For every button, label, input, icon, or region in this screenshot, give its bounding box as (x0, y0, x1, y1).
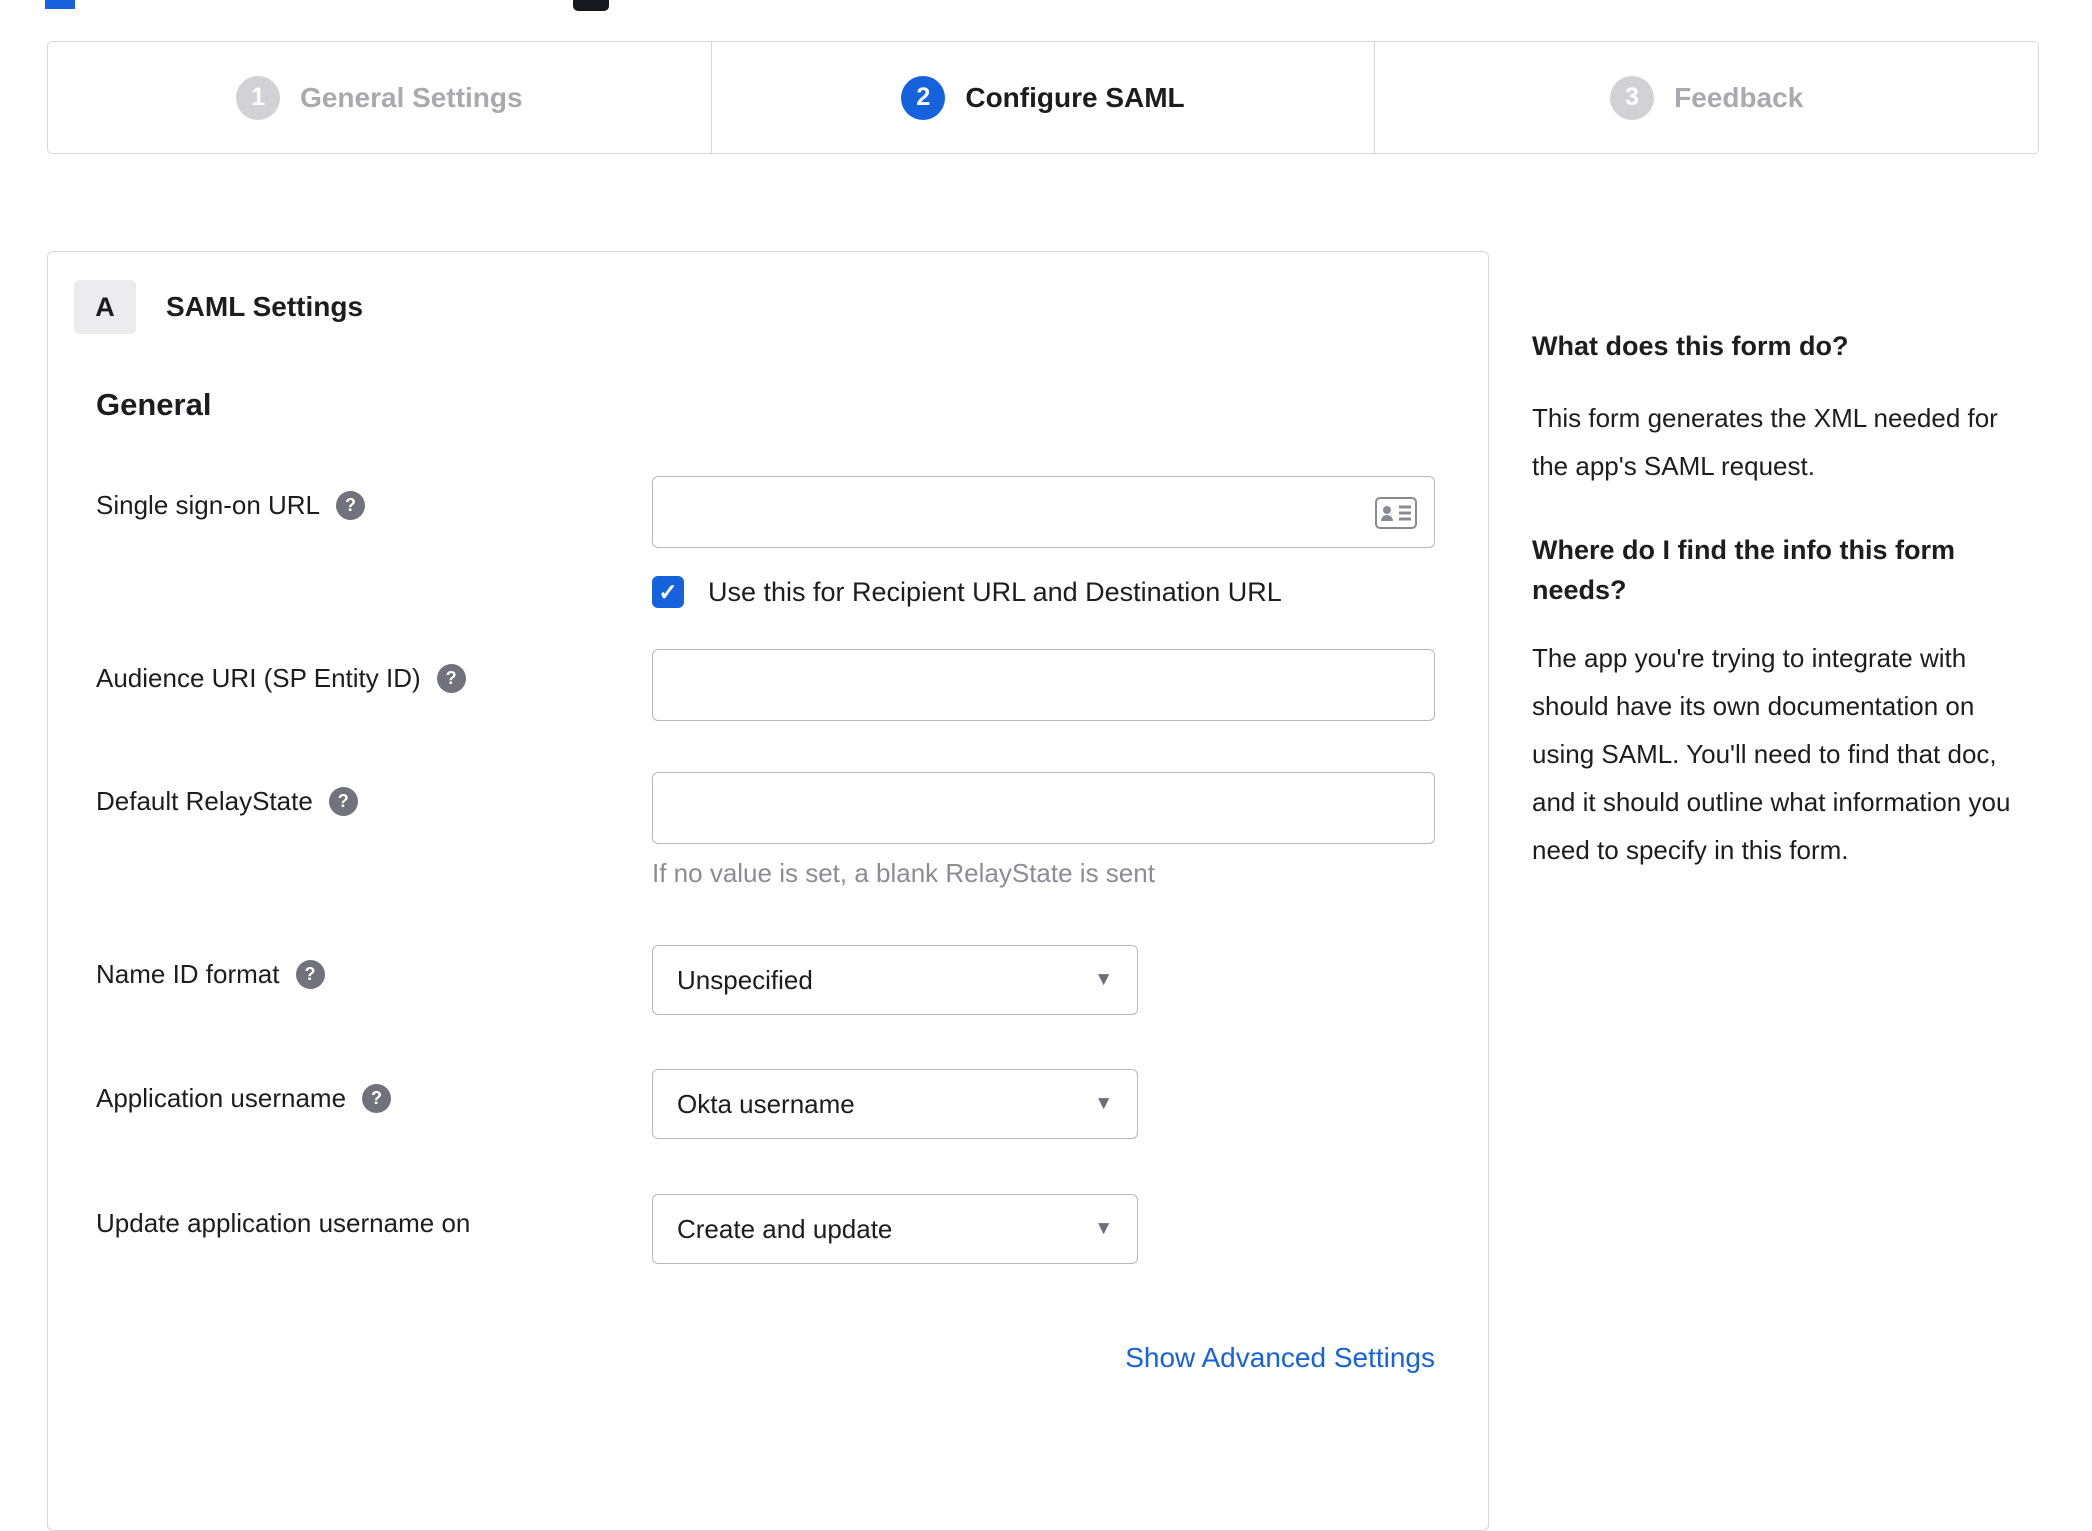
name-id-format-value: Unspecified (677, 964, 813, 995)
update-username-label-wrap: Update application username on (96, 1194, 652, 1239)
name-id-format-label-wrap: Name ID format ? (96, 945, 652, 990)
update-username-value: Create and update (677, 1213, 893, 1244)
audience-uri-input[interactable] (652, 649, 1435, 721)
step-3-circle: 3 (1610, 75, 1655, 120)
step-feedback: 3 Feedback (1374, 42, 2038, 153)
step-2-circle: 2 (901, 75, 946, 120)
step-configure-saml: 2 Configure SAML (710, 42, 1375, 153)
relay-state-label-wrap: Default RelayState ? (96, 772, 652, 817)
help-sidebar: What does this form do? This form genera… (1532, 326, 2032, 874)
sso-url-label: Single sign-on URL (96, 490, 321, 520)
audience-uri-label-wrap: Audience URI (SP Entity ID) ? (96, 649, 652, 694)
step-general-settings: 1 General Settings (48, 42, 711, 153)
contact-card-icon[interactable] (1375, 497, 1417, 534)
step-1-circle: 1 (236, 75, 281, 120)
step-3-label: Feedback (1674, 81, 1804, 113)
panel-title: SAML Settings (166, 291, 364, 322)
update-username-select[interactable]: Create and update ▼ (652, 1194, 1138, 1264)
cutoff-page-title-fragment (45, 0, 75, 9)
update-username-label: Update application username on (96, 1208, 471, 1238)
step-2-label: Configure SAML (965, 81, 1185, 113)
name-id-format-label: Name ID format (96, 959, 280, 989)
audience-help-icon[interactable]: ? (436, 664, 466, 693)
application-username-value: Okta username (677, 1088, 855, 1119)
wizard-step-bar: 1 General Settings 2 Configure SAML 3 Fe… (47, 41, 2039, 154)
chevron-down-icon: ▼ (1094, 1093, 1113, 1114)
recipient-url-checkbox-row: ✓ Use this for Recipient URL and Destina… (652, 576, 1282, 608)
step-1-label: General Settings (300, 81, 523, 113)
relay-state-hint: If no value is set, a blank RelayState i… (652, 858, 1155, 888)
relay-state-input[interactable] (652, 772, 1435, 844)
relay-state-control: If no value is set, a blank RelayState i… (652, 772, 1435, 889)
cutoff-header-icon-fragment (573, 0, 609, 11)
sso-url-input[interactable] (652, 476, 1435, 548)
name-id-format-row: Name ID format ? Unspecified ▼ (96, 945, 1138, 1015)
chevron-down-icon: ▼ (1094, 969, 1113, 990)
help-heading-1: What does this form do? (1532, 331, 1849, 361)
relay-state-label: Default RelayState (96, 786, 313, 816)
application-username-select[interactable]: Okta username ▼ (652, 1069, 1138, 1139)
application-username-label: Application username (96, 1083, 347, 1113)
sso-url-input-wrap (652, 476, 1435, 548)
relay-help-icon[interactable]: ? (328, 787, 358, 816)
audience-uri-label: Audience URI (SP Entity ID) (96, 663, 421, 693)
general-section-heading: General (96, 387, 212, 422)
application-username-row: Application username ? Okta username ▼ (96, 1069, 1138, 1139)
update-username-row: Update application username on Create an… (96, 1194, 1138, 1264)
saml-settings-panel: A SAML Settings General Single sign-on U… (47, 251, 1489, 1531)
audience-uri-row: Audience URI (SP Entity ID) ? (96, 649, 1435, 721)
help-body-2: The app you're trying to integrate with … (1532, 643, 2011, 865)
show-advanced-settings-link[interactable]: Show Advanced Settings (652, 1342, 1435, 1374)
help-heading-2: Where do I find the info this form needs… (1532, 535, 1955, 605)
audience-uri-input-wrap (652, 649, 1435, 721)
chevron-down-icon: ▼ (1094, 1218, 1113, 1239)
name-id-help-icon[interactable]: ? (295, 960, 325, 989)
application-username-label-wrap: Application username ? (96, 1069, 652, 1114)
name-id-format-select[interactable]: Unspecified ▼ (652, 945, 1138, 1015)
application-username-help-icon[interactable]: ? (362, 1084, 392, 1113)
recipient-url-checkbox-label[interactable]: Use this for Recipient URL and Destinati… (708, 577, 1282, 608)
panel-header: A SAML Settings (74, 280, 363, 334)
sso-url-label-wrap: Single sign-on URL ? (96, 476, 652, 521)
help-body-1: This form generates the XML needed for t… (1532, 403, 1998, 481)
recipient-url-checkbox[interactable]: ✓ (652, 576, 684, 608)
section-a-badge: A (74, 280, 136, 334)
relay-state-row: Default RelayState ? If no value is set,… (96, 772, 1435, 889)
sso-help-icon[interactable]: ? (336, 491, 366, 520)
sso-url-row: Single sign-on URL ? (96, 476, 1435, 548)
